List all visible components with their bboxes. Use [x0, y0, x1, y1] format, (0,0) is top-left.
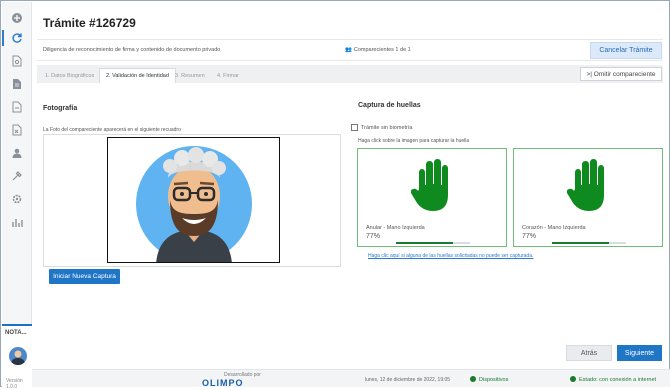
- subheader: Diligencia de reconocimiento de firma y …: [37, 39, 663, 61]
- refresh-icon[interactable]: [10, 31, 24, 45]
- omit-compareciente-button[interactable]: >| Omitir compareciente: [580, 67, 662, 81]
- fingerprint-quality-bar: [396, 242, 470, 244]
- fingerprint-unavailable-link[interactable]: Haga clic aquí si alguna de las huellas …: [368, 253, 533, 259]
- tab-resumen[interactable]: 3. Resumen: [169, 68, 211, 83]
- hand-icon: [567, 159, 604, 211]
- devices-icon: [470, 376, 476, 382]
- version-label: Versión 1.0.0: [6, 378, 23, 390]
- photo-hint: La Foto del compareciente aparecerá en e…: [43, 127, 181, 133]
- connection-status: Estado: con conexión a internet: [570, 376, 656, 383]
- fingerprint-percent: 77%: [522, 233, 537, 240]
- sidebar-active-indicator: [2, 30, 4, 46]
- document-search-2-icon[interactable]: [10, 123, 24, 137]
- fingerprint-label: Anular - Mano Izquierda: [366, 225, 425, 231]
- app-window: NOTA... Versión 1.0.0 Trámite #126729 Di…: [0, 0, 670, 390]
- status-bar: Desarrollado por OLIMPO lunes, 12 de dic…: [32, 369, 670, 388]
- nota-label: NOTA...: [5, 330, 27, 336]
- page-title: Trámite #126729: [43, 16, 136, 30]
- sidebar: NOTA... Versión 1.0.0: [2, 2, 32, 390]
- document-pdf-icon[interactable]: [10, 100, 24, 114]
- no-biometrics-label: Trámite sin biometría: [361, 124, 413, 131]
- avatar-illustration: [136, 146, 252, 262]
- no-biometrics-checkbox[interactable]: [351, 124, 358, 131]
- fingerprint-card-corazon[interactable]: Corazón - Mano Izquierda 77%: [513, 148, 663, 247]
- photo-frame: [107, 137, 280, 263]
- photo-section-title: Fotografía: [43, 105, 78, 112]
- document-icon[interactable]: [10, 77, 24, 91]
- avatar[interactable]: [9, 347, 27, 365]
- fingerprint-hint: Haga click sobre la imagen para capturar…: [358, 138, 470, 144]
- procedure-subtitle: Diligencia de reconocimiento de firma y …: [43, 47, 221, 53]
- tools-icon[interactable]: [10, 169, 24, 183]
- hand-icon: [411, 159, 448, 211]
- no-biometrics-option[interactable]: Trámite sin biometría: [351, 124, 412, 131]
- comparecientes-text: Comparecientes 1 de 1: [353, 47, 411, 53]
- devices-label: Dispositivos: [479, 377, 509, 383]
- fingerprint-quality-bar: [552, 242, 626, 244]
- date-time: lunes, 12 de diciembre de 2022, 19:05: [365, 377, 451, 383]
- fingerprint-label: Corazón - Mano Izquierda: [522, 225, 586, 231]
- fingerprint-quality-fill: [552, 242, 609, 244]
- fingerprint-card-anular[interactable]: Anular - Mano Izquierda 77%: [357, 148, 507, 247]
- fingerprint-section-title: Captura de huellas: [358, 102, 421, 109]
- connection-label: Estado: con conexión a internet: [579, 377, 657, 383]
- next-button[interactable]: Siguiente: [617, 345, 662, 361]
- chart-icon[interactable]: [10, 215, 24, 229]
- gear-icon[interactable]: [10, 192, 24, 206]
- plus-circle-icon[interactable]: [10, 11, 24, 25]
- user-icon[interactable]: [10, 146, 24, 160]
- cancel-procedure-button[interactable]: Cancelar Trámite: [590, 42, 662, 59]
- document-search-icon[interactable]: [10, 54, 24, 68]
- start-capture-button[interactable]: Iniciar Nueva Captura: [49, 269, 120, 284]
- fingerprint-percent: 77%: [366, 233, 381, 240]
- tab-firmar[interactable]: 4. Firmar: [211, 68, 245, 83]
- tab-validacion-identidad[interactable]: 2. Validación de Identidad: [99, 68, 176, 83]
- comparecientes-counter: 👥 Comparecientes 1 de 1: [345, 47, 411, 53]
- back-button[interactable]: Atrás: [566, 345, 612, 361]
- fingerprint-quality-fill: [396, 242, 453, 244]
- step-tabs: 1. Datos Biográficos 2. Validación de Id…: [37, 65, 663, 83]
- check-circle-icon: [570, 376, 576, 382]
- tab-datos-biograficos[interactable]: 1. Datos Biográficos: [39, 68, 100, 83]
- devices-status[interactable]: Dispositivos: [470, 376, 508, 383]
- users-icon: 👥: [345, 47, 352, 53]
